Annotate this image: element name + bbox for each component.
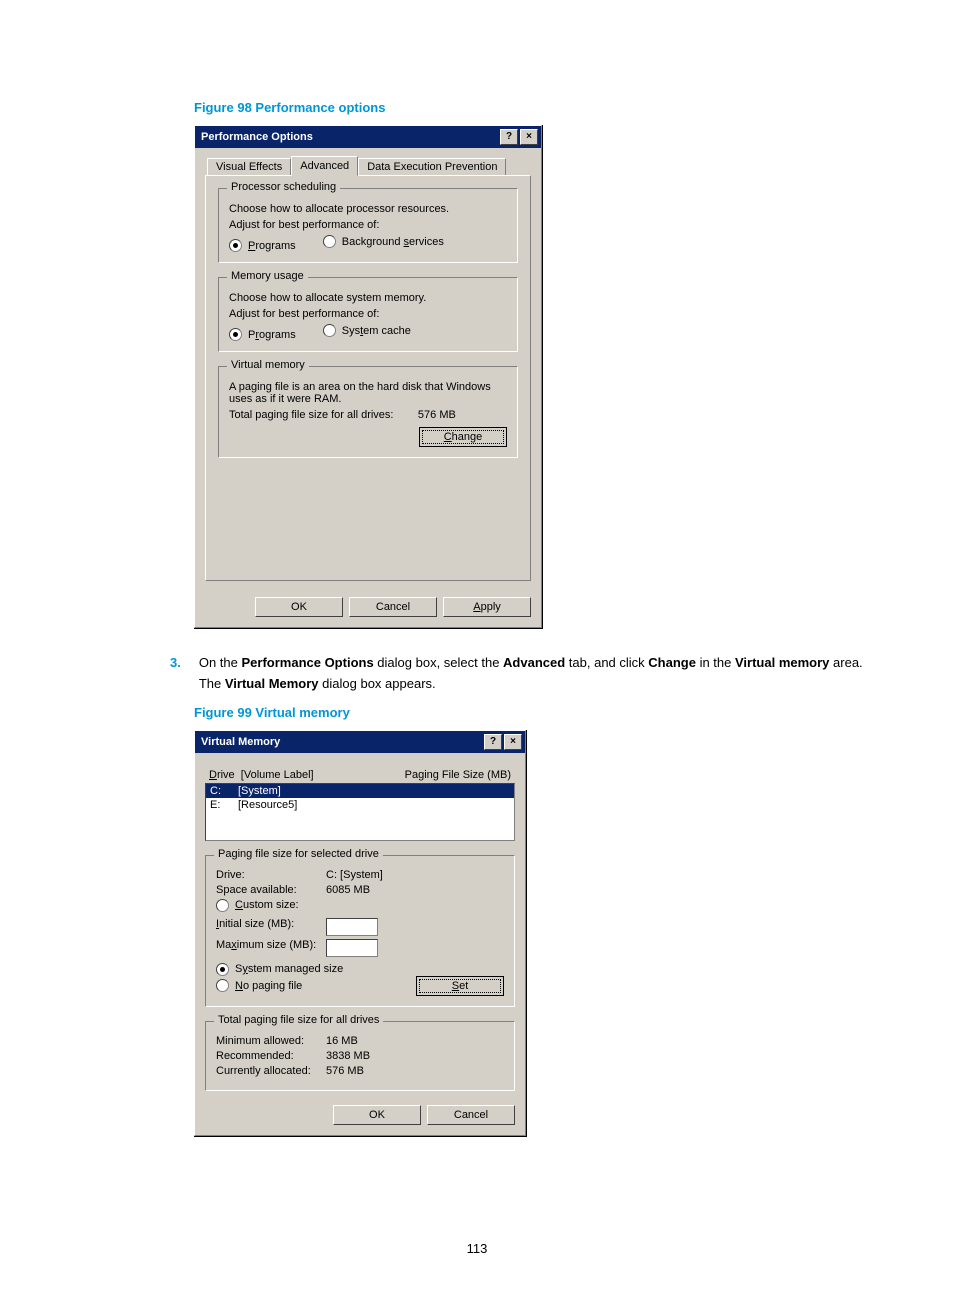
figure-99-caption: Figure 99 Virtual memory xyxy=(194,705,884,720)
vmem-desc: A paging file is an area on the hard dis… xyxy=(229,381,507,405)
vmem-total: Total paging file size for all drives: 5… xyxy=(229,409,507,421)
drive-row-e[interactable]: E:[Resource5] xyxy=(206,798,514,812)
virtual-memory-group: Virtual memory A paging file is an area … xyxy=(218,366,518,458)
close-icon[interactable]: × xyxy=(520,129,538,145)
apply-button[interactable]: Apply xyxy=(443,597,531,617)
paging-size-legend: Paging file size for selected drive xyxy=(214,848,383,860)
paging-size-group: Paging file size for selected drive Driv… xyxy=(205,855,515,1007)
radio-system-managed[interactable]: System managed size xyxy=(216,963,480,976)
tab-visual-effects[interactable]: Visual Effects xyxy=(207,158,291,176)
page-number: 113 xyxy=(0,1241,954,1256)
vm-titlebar: Virtual Memory ? × xyxy=(195,731,525,753)
mem-usage-adjust: Adjust for best performance of: xyxy=(229,308,507,320)
cancel-button[interactable]: Cancel xyxy=(349,597,437,617)
performance-options-dialog: Performance Options ? × Visual Effects A… xyxy=(194,125,542,628)
perf-title: Performance Options xyxy=(201,131,498,143)
drive-list[interactable]: C:[System] E:[Resource5] xyxy=(205,783,515,841)
tab-advanced[interactable]: Advanced xyxy=(291,156,358,176)
close-icon[interactable]: × xyxy=(504,734,522,750)
proc-sched-desc: Choose how to allocate processor resourc… xyxy=(229,203,507,215)
drive-row-c[interactable]: C:[System] xyxy=(206,784,514,798)
radio-programs-1[interactable]: Programs xyxy=(229,239,296,252)
proc-sched-legend: Processor scheduling xyxy=(227,181,340,193)
ok-button[interactable]: OK xyxy=(255,597,343,617)
radio-no-paging[interactable]: No paging file xyxy=(216,979,392,992)
virtual-memory-dialog: Virtual Memory ? × Drive [Volume Label] … xyxy=(194,730,526,1136)
radio-system-cache[interactable]: System cache xyxy=(323,324,411,337)
max-size-input[interactable] xyxy=(326,939,378,957)
radio-background-services[interactable]: Background services xyxy=(323,235,444,248)
step-3: 3. On the Performance Options dialog box… xyxy=(170,653,884,695)
figure-98-caption: Figure 98 Performance options xyxy=(194,100,884,115)
step-text: On the Performance Options dialog box, s… xyxy=(199,653,884,695)
vm-cancel-button[interactable]: Cancel xyxy=(427,1105,515,1125)
perf-tabpanel: Processor scheduling Choose how to alloc… xyxy=(205,175,531,581)
radio-programs-2[interactable]: Programs xyxy=(229,328,296,341)
memory-usage-group: Memory usage Choose how to allocate syst… xyxy=(218,277,518,352)
mem-usage-desc: Choose how to allocate system memory. xyxy=(229,292,507,304)
processor-scheduling-group: Processor scheduling Choose how to alloc… xyxy=(218,188,518,263)
perf-tabs: Visual Effects Advanced Data Execution P… xyxy=(207,156,531,176)
mem-usage-legend: Memory usage xyxy=(227,270,308,282)
drive-list-header: Drive [Volume Label] Paging File Size (M… xyxy=(205,769,515,781)
radio-custom-size[interactable]: Custom size: xyxy=(216,899,299,912)
total-paging-group: Total paging file size for all drives Mi… xyxy=(205,1021,515,1091)
total-paging-legend: Total paging file size for all drives xyxy=(214,1014,383,1026)
vm-ok-button[interactable]: OK xyxy=(333,1105,421,1125)
perf-titlebar: Performance Options ? × xyxy=(195,126,541,148)
help-icon[interactable]: ? xyxy=(500,129,518,145)
vmem-legend: Virtual memory xyxy=(227,359,309,371)
initial-size-input[interactable] xyxy=(326,918,378,936)
proc-sched-adjust: Adjust for best performance of: xyxy=(229,219,507,231)
tab-dep[interactable]: Data Execution Prevention xyxy=(358,158,506,176)
help-icon[interactable]: ? xyxy=(484,734,502,750)
set-button[interactable]: Set xyxy=(416,976,504,996)
vm-title: Virtual Memory xyxy=(201,736,482,748)
step-number: 3. xyxy=(170,653,181,695)
change-button[interactable]: Change xyxy=(419,427,507,447)
